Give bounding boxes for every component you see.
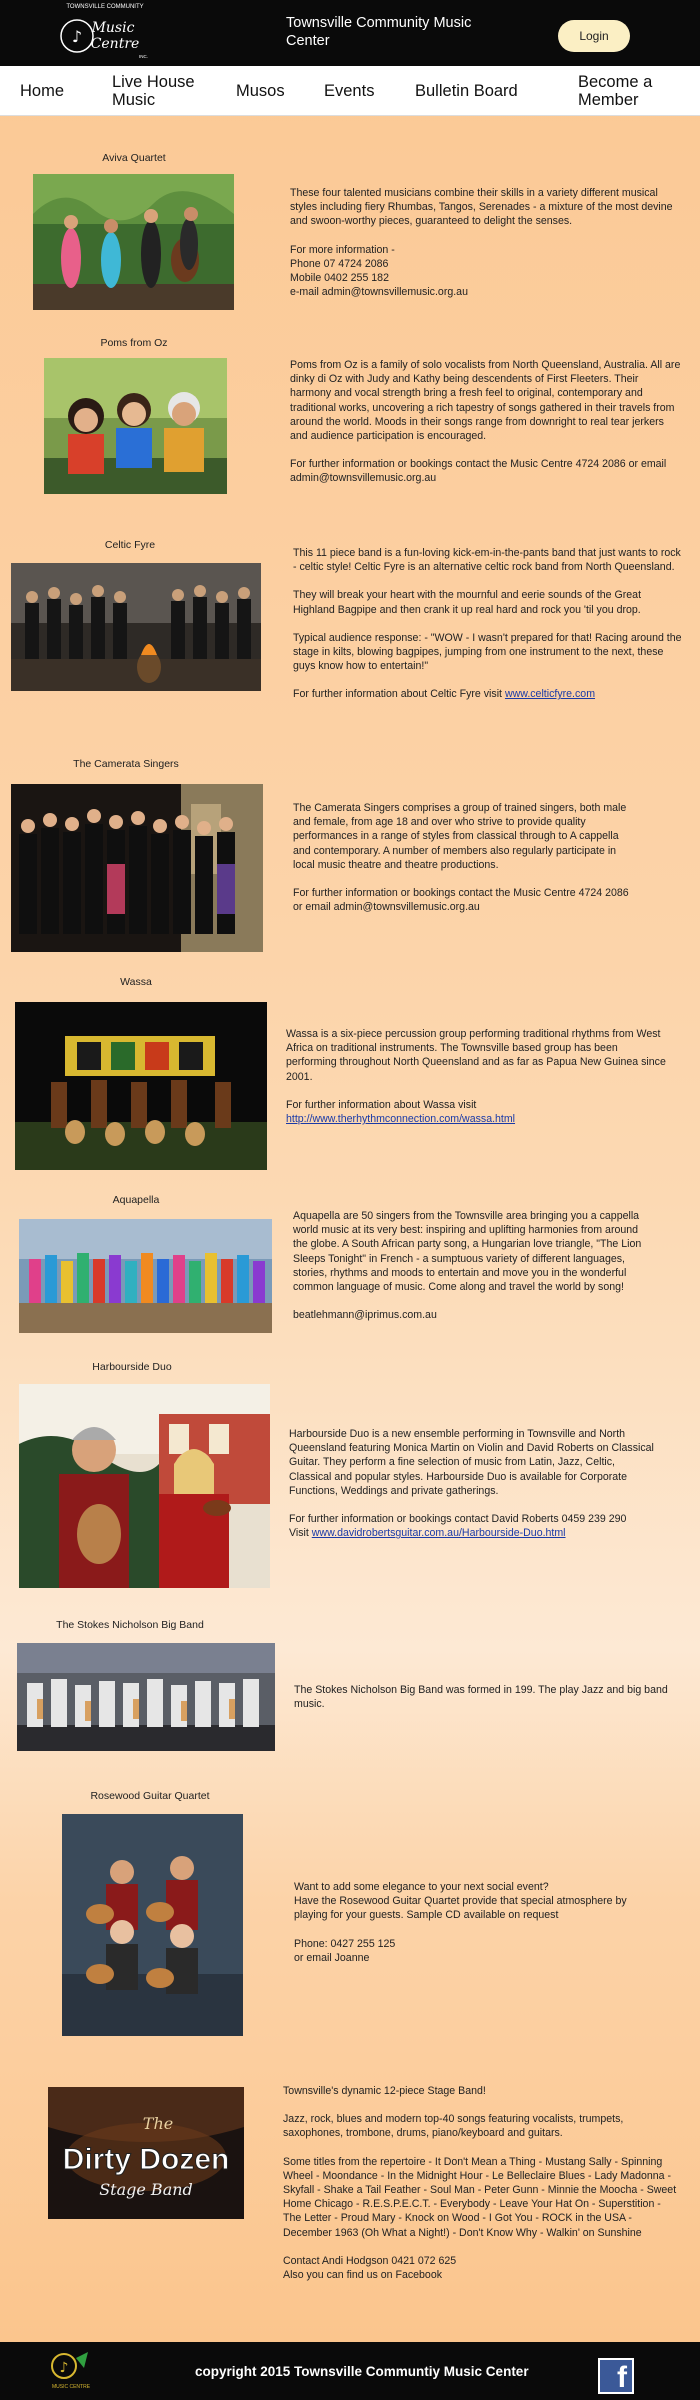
aquapella-contact: beatlehmann@iprimus.com.au [293,1309,437,1322]
camerata-singers-paragraph: The Camerata Singers comprises a group o… [293,802,627,871]
poms-from-oz-contact: For further information or bookings cont… [290,458,667,485]
stokes-nicholson-description: The Stokes Nicholson Big Band was formed… [294,1683,674,1711]
poms-from-oz-description: Poms from Oz is a family of solo vocalis… [290,358,682,486]
rosewood-guitar-quartet-photo [62,1814,243,2036]
svg-text:♪: ♪ [60,2360,69,2376]
wassa-paragraph: Wassa is a six-piece percussion group pe… [286,1028,666,1083]
harbourside-duo-paragraph: Harbourside Duo is a new ensemble perfor… [289,1428,654,1497]
copyright-text: copyright 2015 Townsville Communtiy Musi… [195,2364,529,2379]
music-centre-logo-small[interactable]: ♪ MUSIC CENTRE [48,2348,94,2394]
aviva-quartet-contact: For more information - Phone 07 4724 208… [290,243,468,299]
aviva-quartet-photo [33,174,234,310]
dirty-dozen-contact: Contact Andi Hodgson 0421 072 625 Also y… [283,2254,457,2282]
harbourside-duo-link[interactable]: www.davidrobertsguitar.com.au/Harboursid… [312,1527,566,1539]
rosewood-contact: Phone: 0427 255 125 or email Joanne [294,1937,396,1964]
group-title-celtic-fyre: Celtic Fyre [104,539,156,551]
nav-musos[interactable]: Musos [236,82,285,100]
rosewood-guitar-quartet-description: Want to add some elegance to your next s… [294,1880,634,1965]
wassa-photo [15,1002,267,1170]
nav-live-house-music[interactable]: Live House Music [112,73,222,109]
poms-from-oz-paragraph: Poms from Oz is a family of solo vocalis… [290,359,681,443]
main-nav: Home Live House Music Musos Events Bulle… [0,66,700,116]
harbourside-duo-contact: For further information or bookings cont… [289,1512,659,1540]
header-bar: TOWNSVILLE COMMUNITY ♪ Music Centre INC.… [0,0,700,66]
group-title-stokes-nicholson-big-band: The Stokes Nicholson Big Band [56,1619,204,1631]
wassa-link[interactable]: http://www.therhythmconnection.com/wassa… [286,1113,515,1125]
nav-become-a-member[interactable]: Become a Member [578,73,688,109]
dirty-dozen-logo-the: The [143,2114,173,2133]
dirty-dozen-logo-sub: Stage Band [99,2180,193,2199]
svg-text:Centre: Centre [91,36,140,52]
group-title-rosewood-guitar-quartet: Rosewood Guitar Quartet [90,1790,210,1802]
nav-home[interactable]: Home [20,82,64,100]
group-title-aquapella: Aquapella [112,1194,160,1206]
music-centre-logo[interactable]: TOWNSVILLE COMMUNITY ♪ Music Centre INC. [55,0,155,66]
camerata-singers-contact: For further information or bookings cont… [293,887,629,914]
group-title-camerata-singers: The Camerata Singers [73,758,179,770]
aquapella-description: Aquapella are 50 singers from the Townsv… [293,1209,655,1322]
svg-text:INC.: INC. [139,54,148,59]
footer: ♪ MUSIC CENTRE copyright 2015 Townsville… [0,2342,700,2400]
rosewood-paragraph: Want to add some elegance to your next s… [294,1881,627,1922]
site-title: Townsville Community Music Center [286,15,472,49]
dirty-dozen-instruments: Jazz, rock, blues and modern top-40 song… [283,2113,624,2140]
group-title-wassa: Wassa [120,976,152,988]
celtic-fyre-contact: For further information about Celtic Fyr… [293,687,685,701]
celtic-fyre-paragraph-3: Typical audience response: - "WOW - I wa… [293,631,682,673]
harbourside-duo-photo [19,1384,270,1588]
celtic-fyre-photo [11,563,261,691]
nav-events[interactable]: Events [324,82,374,100]
harbourside-duo-description: Harbourside Duo is a new ensemble perfor… [289,1427,659,1540]
aquapella-paragraph: Aquapella are 50 singers from the Townsv… [293,1210,642,1294]
camerata-singers-description: The Camerata Singers comprises a group o… [293,801,638,914]
dirty-dozen-repertoire: Some titles from the repertoire - It Don… [283,2155,677,2239]
dirty-dozen-logo-main: Dirty Dozen [63,2143,230,2176]
nav-bulletin-board[interactable]: Bulletin Board [415,82,518,100]
stokes-nicholson-big-band-photo [17,1643,275,1751]
camerata-singers-photo [11,784,263,952]
dirty-dozen-description: Townsville's dynamic 12-piece Stage Band… [283,2084,679,2282]
wassa-description: Wassa is a six-piece percussion group pe… [286,1027,666,1126]
dirty-dozen-logo: The Dirty Dozen Stage Band [48,2087,244,2219]
group-title-harbourside-duo: Harbourside Duo [92,1361,172,1373]
facebook-icon[interactable]: f [598,2358,634,2394]
svg-text:♪: ♪ [72,27,82,46]
group-title-poms-from-oz: Poms from Oz [100,337,168,349]
poms-from-oz-photo [44,358,227,494]
aquapella-photo [19,1219,272,1333]
celtic-fyre-description: This 11 piece band is a fun-loving kick-… [293,546,685,702]
celtic-fyre-contact-text: For further information about Celtic Fyr… [293,688,505,701]
celtic-fyre-paragraph-2: They will break your heart with the mour… [293,589,642,616]
svg-text:MUSIC CENTRE: MUSIC CENTRE [52,2384,91,2390]
celtic-fyre-paragraph-1: This 11 piece band is a fun-loving kick-… [293,547,681,574]
aviva-quartet-paragraph: These four talented musicians combine th… [290,187,673,228]
celtic-fyre-link[interactable]: www.celticfyre.com [505,688,595,700]
aviva-quartet-description: These four talented musicians combine th… [290,186,680,299]
svg-text:Music: Music [91,20,135,36]
group-title-aviva-quartet: Aviva Quartet [102,152,166,164]
wassa-contact-text: For further information about Wassa visi… [286,1098,477,1111]
login-button[interactable]: Login [558,20,630,52]
svg-text:TOWNSVILLE COMMUNITY: TOWNSVILLE COMMUNITY [66,4,143,10]
dirty-dozen-tagline: Townsville's dynamic 12-piece Stage Band… [283,2085,486,2097]
stokes-nicholson-paragraph: The Stokes Nicholson Big Band was formed… [294,1684,668,1711]
